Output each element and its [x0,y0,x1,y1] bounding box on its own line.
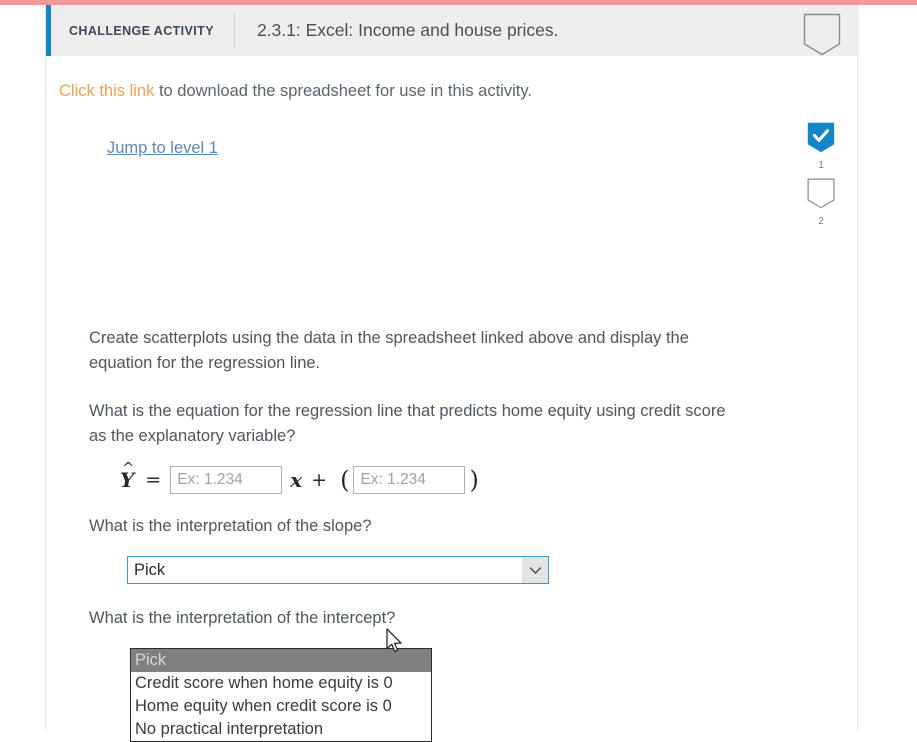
close-paren: ) [469,466,479,494]
header-divider [233,12,235,49]
y-hat-symbol: ^ Y [120,459,135,492]
equals-sign: = [145,469,162,491]
download-instruction-text: to download the spreadsheet for use in t… [154,82,532,100]
hat-accent: ^ [122,459,135,477]
intercept-listbox-wrapper: Pick Credit score when home equity is 0 … [89,648,789,742]
activity-header: CHALLENGE ACTIVITY 2.3.1: Excel: Income … [46,5,859,56]
slope-input[interactable] [170,466,283,494]
intercept-input[interactable] [353,466,466,494]
slope-select-value: Pick [134,560,166,579]
plus-sign: + [311,469,328,491]
listbox-option-3[interactable]: No practical interpretation [131,718,431,741]
shield-check-icon [807,122,835,158]
slope-select-wrapper: Pick [89,556,789,584]
x-symbol: x [290,468,303,492]
listbox-option-1[interactable]: Credit score when home equity is 0 [131,672,431,695]
level-number-2: 2 [818,216,824,227]
question-body: Create scatterplots using the data in th… [89,326,789,742]
question-intro-text: Create scatterplots using the data in th… [89,329,689,372]
chevron-down-icon[interactable] [522,557,548,583]
download-spreadsheet-link[interactable]: Click this link [59,82,154,100]
challenge-activity-card: CHALLENGE ACTIVITY 2.3.1: Excel: Income … [45,5,859,742]
jump-to-level-link[interactable]: Jump to level 1 [107,139,218,158]
regression-equation-row: ^Y = x + ( ) [89,459,789,494]
activity-content: Click this link to download the spreadsh… [46,56,857,742]
question-intercept-prompt: What is the interpretation of the interc… [89,609,396,627]
download-instruction: Click this link to download the spreadsh… [59,82,532,101]
level-progress-rail: 1 2 [799,122,843,234]
question-equation-prompt: What is the equation for the regression … [89,402,726,445]
slope-interpretation-select[interactable]: Pick [127,556,549,584]
activity-title: 2.3.1: Excel: Income and house prices. [256,20,559,40]
listbox-option-0[interactable]: Pick [131,649,431,672]
open-paren: ( [340,466,350,494]
listbox-option-2[interactable]: Home equity when credit score is 0 [131,695,431,718]
level-item-1[interactable]: 1 [807,122,835,172]
shield-outline-icon [807,178,835,214]
question-slope-prompt: What is the interpretation of the slope? [89,517,372,535]
intercept-interpretation-listbox[interactable]: Pick Credit score when home equity is 0 … [130,648,432,742]
challenge-activity-label: CHALLENGE ACTIVITY [69,23,214,38]
header-shield-icon [803,13,841,56]
level-number-1: 1 [818,160,824,171]
level-item-2[interactable]: 2 [807,178,835,228]
